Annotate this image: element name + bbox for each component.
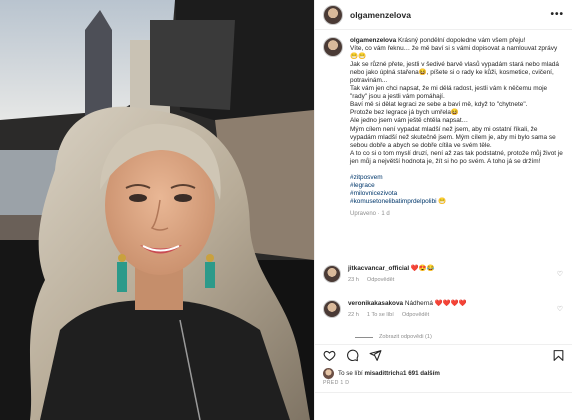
caption-line: Mým cílem není vypadat mladší než jsem, …: [350, 125, 556, 149]
comment-likes[interactable]: 1 To se líbí: [367, 311, 394, 319]
post-photo[interactable]: [0, 0, 314, 420]
likes-count[interactable]: 1 691 dalším: [403, 370, 440, 377]
comment-like-heart-icon[interactable]: ♡: [557, 305, 563, 313]
hashtag-link[interactable]: #zitposvem: [350, 174, 564, 182]
hashtag-link[interactable]: #milovnicezivota: [350, 190, 564, 198]
comment-like-heart-icon[interactable]: ♡: [557, 270, 563, 278]
caption-username[interactable]: olgamenzelova: [350, 37, 396, 44]
comment-age: 22 h: [348, 312, 359, 318]
caption-line: Tak vám jen chci napsat, že mi dělá rado…: [350, 85, 548, 101]
commenter-username[interactable]: jitkacvancar_official: [348, 265, 409, 272]
reply-button[interactable]: Odpovědět: [367, 276, 394, 284]
action-bar: [315, 344, 572, 366]
post-timestamp: PŘED 1 D: [323, 380, 350, 386]
post-sidebar: olgamenzelova ••• olgamenzelova Krásný p…: [314, 0, 572, 420]
hashtag-link[interactable]: #komusetonelibatimprdelpolibi 😁: [350, 198, 564, 206]
add-comment-area[interactable]: [315, 392, 572, 420]
caption-text: olgamenzelova Krásný pondělní dopoledne …: [350, 37, 564, 218]
caption-block: olgamenzelova Krásný pondělní dopoledne …: [315, 30, 572, 218]
comment-item: jitkacvancar_official ❤️😍😂 23 h Odpovědě…: [323, 265, 567, 284]
commenter-avatar[interactable]: [323, 300, 341, 318]
hashtag-list: #zitposvem #legrace #milovnicezivota #ko…: [350, 174, 564, 206]
caption-line: A to co si o tom myslí druzí, není až za…: [350, 149, 563, 165]
heart-icon[interactable]: [323, 349, 336, 362]
share-icon[interactable]: [369, 349, 382, 362]
caption-line: Jak se různé přete, jestli v šedivé barv…: [350, 61, 559, 85]
liker-username[interactable]: misadittrich: [365, 370, 400, 377]
author-username[interactable]: olgamenzelova: [350, 10, 411, 20]
caption-line: Ale jedno jsem vám ještě chtěla napsat…: [350, 117, 469, 125]
commenter-username[interactable]: veronikakasakova: [348, 300, 403, 307]
commenter-avatar[interactable]: [323, 265, 341, 283]
caption-avatar[interactable]: [323, 37, 343, 57]
author-avatar[interactable]: [323, 4, 343, 25]
more-horizontal-icon[interactable]: •••: [550, 9, 564, 20]
caption-line: Protože bez legrace já bych umřela😆: [350, 109, 459, 117]
caption-meta: Upraveno · 1 d: [350, 210, 390, 217]
post-header: olgamenzelova •••: [315, 0, 572, 30]
comment-item: veronikakasakova Nádherná ❤️❤️❤️❤️ 22 h …: [323, 300, 567, 319]
caption-line: Krásný pondělní dopoledne vám všem přeju…: [397, 37, 526, 44]
caption-line: Víte, co vám řeknu… že mě baví si s vámi…: [350, 45, 558, 61]
reply-button[interactable]: Odpovědět: [402, 311, 429, 319]
liker-avatar: [323, 368, 334, 379]
likes-summary[interactable]: To se líbí misadittrich a 1 691 dalším: [323, 368, 440, 379]
comment-text: Nádherná ❤️❤️❤️❤️: [404, 300, 467, 307]
likes-prefix: To se líbí: [338, 370, 363, 377]
replies-line: [355, 336, 373, 338]
show-replies-button[interactable]: Zobrazit odpovědi (1): [355, 334, 432, 340]
hashtag-link[interactable]: #legrace: [350, 182, 564, 190]
bookmark-icon[interactable]: [552, 349, 565, 362]
comment-icon[interactable]: [346, 349, 359, 362]
show-replies-label: Zobrazit odpovědi (1): [379, 334, 432, 340]
comment-age: 23 h: [348, 277, 359, 283]
selfie-image: [0, 0, 314, 420]
comment-text: ❤️😍😂: [410, 265, 435, 272]
